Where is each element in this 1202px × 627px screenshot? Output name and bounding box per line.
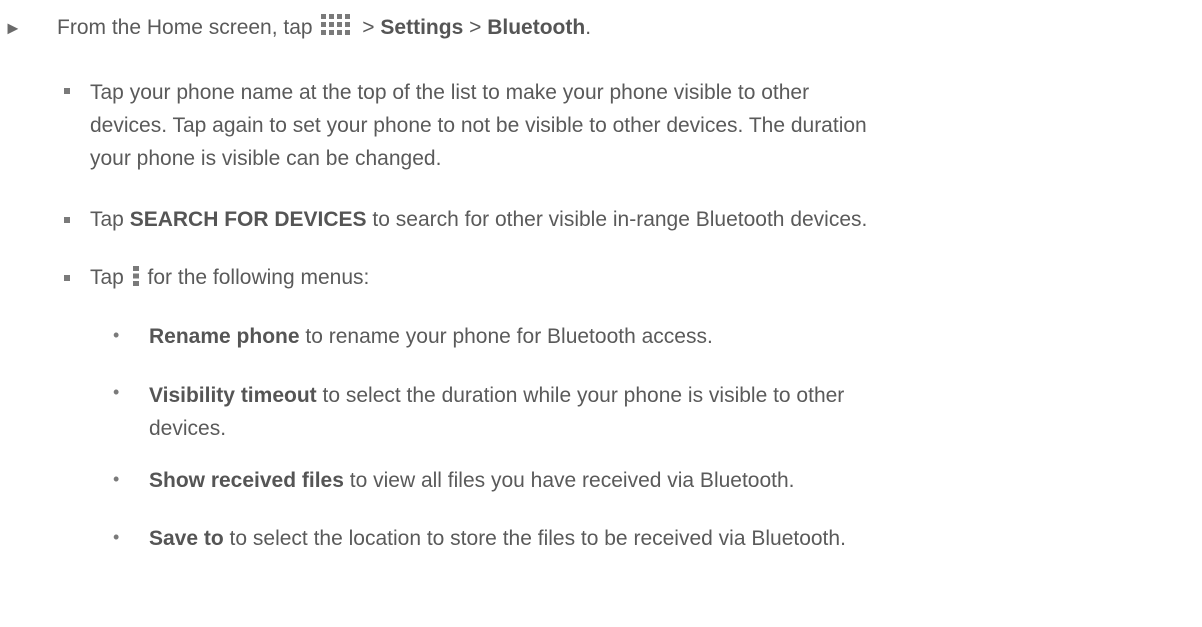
settings-label: Settings (380, 16, 464, 39)
apps-grid-icon (320, 13, 354, 37)
square-bullet (64, 217, 70, 223)
save-to-label: Save to (149, 527, 224, 550)
dot-bullet: • (113, 325, 120, 345)
bullet-visibility-text: Tap your phone name at the top of the li… (90, 81, 867, 170)
dot-bullet: • (113, 527, 120, 547)
visibility-timeout-label: Visibility timeout (149, 384, 317, 407)
square-bullet (64, 275, 70, 281)
arrow-bullet: ► (4, 18, 22, 38)
square-bullet (64, 88, 70, 94)
bullet-menu-text: Tap for the following menus: (90, 265, 370, 289)
bullet-search-text: Tap SEARCH FOR DEVICES to search for oth… (90, 208, 868, 231)
dot-bullet: • (113, 382, 120, 402)
show-received-files-label: Show received files (149, 469, 344, 492)
bluetooth-label: Bluetooth (487, 16, 586, 39)
rename-phone-label: Rename phone (149, 325, 300, 348)
dot-bullet: • (113, 469, 120, 489)
step-text: From the Home screen, tap > Settings > B… (57, 13, 591, 42)
menu-icon (132, 265, 140, 287)
search-for-devices-label: SEARCH FOR DEVICES (129, 208, 367, 231)
